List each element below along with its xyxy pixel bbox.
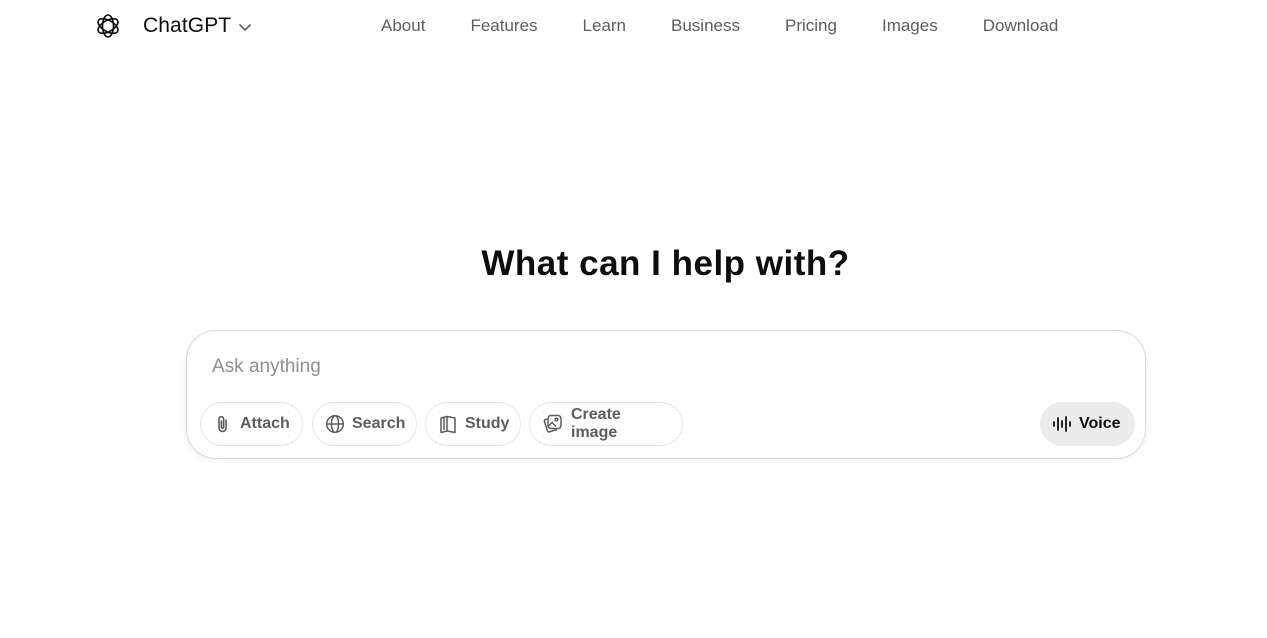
search-button[interactable]: Search xyxy=(312,402,417,446)
globe-icon xyxy=(325,413,345,435)
create-image-button[interactable]: Create image xyxy=(529,402,683,446)
study-label: Study xyxy=(465,415,510,432)
chevron-down-icon xyxy=(237,19,253,35)
voice-button[interactable]: Voice xyxy=(1040,402,1135,446)
nav-about[interactable]: About xyxy=(381,16,425,36)
nav-learn[interactable]: Learn xyxy=(583,16,626,36)
nav-download[interactable]: Download xyxy=(983,16,1059,36)
book-icon xyxy=(438,413,458,435)
page-headline: What can I help with? xyxy=(481,244,850,283)
model-selector[interactable]: ChatGPT xyxy=(94,11,253,41)
image-icon xyxy=(542,413,564,435)
prompt-composer: Attach Search Study xyxy=(186,330,1146,459)
waveform-icon xyxy=(1052,414,1072,434)
nav-business[interactable]: Business xyxy=(671,16,740,36)
prompt-input[interactable] xyxy=(212,353,1072,381)
top-header: ChatGPT About Features Learn Business Pr… xyxy=(0,0,1267,54)
voice-label: Voice xyxy=(1079,415,1121,432)
attach-label: Attach xyxy=(240,415,290,432)
brand-name: ChatGPT xyxy=(143,14,232,37)
search-label: Search xyxy=(352,415,406,432)
paperclip-icon xyxy=(213,413,233,435)
attach-button[interactable]: Attach xyxy=(200,402,303,446)
nav-features[interactable]: Features xyxy=(470,16,537,36)
nav-pricing[interactable]: Pricing xyxy=(785,16,837,36)
study-button[interactable]: Study xyxy=(425,402,521,446)
nav-images[interactable]: Images xyxy=(882,16,938,36)
openai-logo-icon xyxy=(94,12,122,40)
create-image-label: Create image xyxy=(571,406,621,441)
top-nav: About Features Learn Business Pricing Im… xyxy=(381,14,1058,38)
